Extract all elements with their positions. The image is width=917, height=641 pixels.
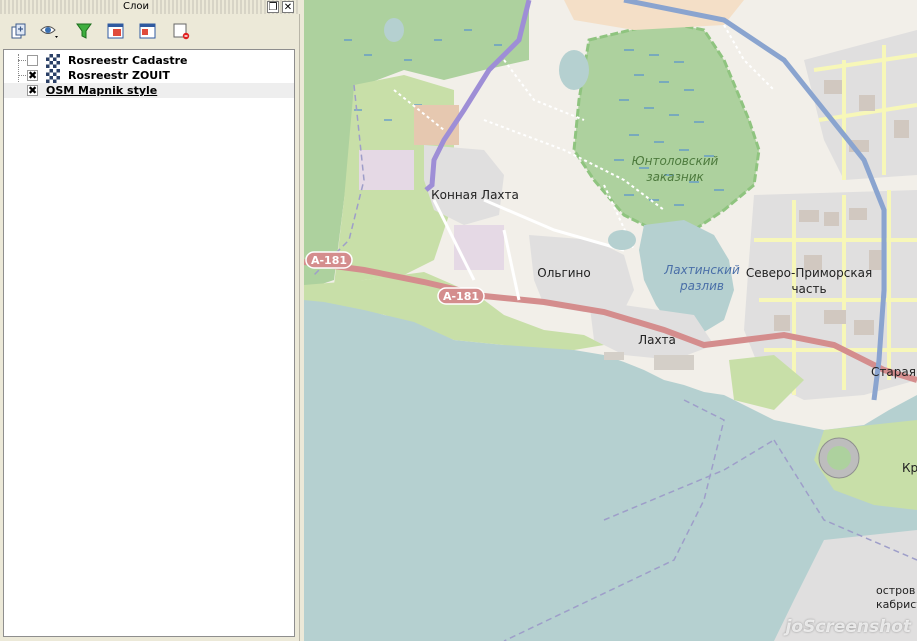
remove-layer-button[interactable]: [170, 20, 192, 42]
reserve-label: заказник: [646, 170, 704, 184]
layer-label: Rosreestr ZOUIT: [68, 69, 170, 82]
eye-icon: [40, 26, 58, 38]
water-label: разлив: [679, 279, 724, 293]
watermark: joScreenshot: [785, 617, 911, 637]
layers-panel: Слои ❐ ✕ Rosreestr Cadastre ✖ Rosreestr …: [0, 0, 300, 641]
layer-label: Rosreestr Cadastre: [68, 54, 188, 67]
layer-checkbox[interactable]: ✖: [27, 70, 38, 81]
layer-label: OSM Mapnik style: [46, 84, 158, 97]
road-shield-1: A-181: [305, 251, 353, 269]
dock-title: Слои: [120, 0, 152, 14]
layer-item-rosreestr-cadastre[interactable]: Rosreestr Cadastre: [4, 53, 294, 68]
island-label: остров: [876, 584, 915, 597]
visibility-button[interactable]: [40, 20, 62, 42]
float-icon: ❐: [268, 2, 278, 13]
dock-title-bar[interactable]: Слои ❐ ✕: [0, 0, 300, 14]
expand-all-icon: [107, 23, 124, 39]
collapse-all-button[interactable]: [137, 20, 159, 42]
road-shield-2: A-181: [437, 287, 485, 305]
layer-checkbox[interactable]: ✖: [27, 85, 38, 96]
road-label: A-181: [443, 290, 479, 303]
place-label: Старая: [871, 365, 916, 379]
collapse-all-icon: [139, 23, 156, 39]
add-group-icon: [11, 23, 26, 39]
layer-item-osm-mapnik[interactable]: ✖ OSM Mapnik style: [4, 83, 294, 98]
raster-layer-icon: [46, 69, 60, 83]
layer-tree: Rosreestr Cadastre ✖ Rosreestr ZOUIT ✖ O…: [3, 49, 295, 637]
remove-layer-icon: [173, 23, 190, 40]
layers-toolbar: [0, 16, 300, 46]
reserve-label: Юнтоловский: [632, 154, 719, 168]
place-label: Лахта: [638, 333, 676, 347]
layer-item-rosreestr-zouit[interactable]: ✖ Rosreestr ZOUIT: [4, 68, 294, 83]
road-label: A-181: [311, 254, 347, 267]
island-label: кабрист: [876, 598, 917, 611]
float-dock-button[interactable]: ❐: [267, 1, 279, 13]
close-icon: ✕: [283, 2, 293, 13]
add-group-button[interactable]: [8, 20, 30, 42]
district-label: часть: [791, 282, 826, 296]
layer-checkbox[interactable]: [27, 55, 38, 66]
filter-button[interactable]: [73, 20, 95, 42]
expand-all-button[interactable]: [105, 20, 127, 42]
place-label: Кр: [902, 461, 917, 475]
place-label: Ольгино: [537, 266, 590, 280]
water-label: Лахтинский: [663, 263, 740, 277]
district-label: Северо-Приморская: [746, 266, 872, 280]
map-canvas[interactable]: A-181 A-181 Юнтоловский заказник Конная …: [304, 0, 917, 641]
osm-map: A-181 A-181 Юнтоловский заказник Конная …: [304, 0, 917, 641]
filter-icon: [76, 23, 92, 39]
stadium-field: [827, 446, 851, 470]
place-label: Конная Лахта: [431, 188, 519, 202]
close-dock-button[interactable]: ✕: [282, 1, 294, 13]
industrial-area: [454, 225, 504, 270]
industrial-area: [359, 150, 414, 190]
raster-layer-icon: [46, 54, 60, 68]
